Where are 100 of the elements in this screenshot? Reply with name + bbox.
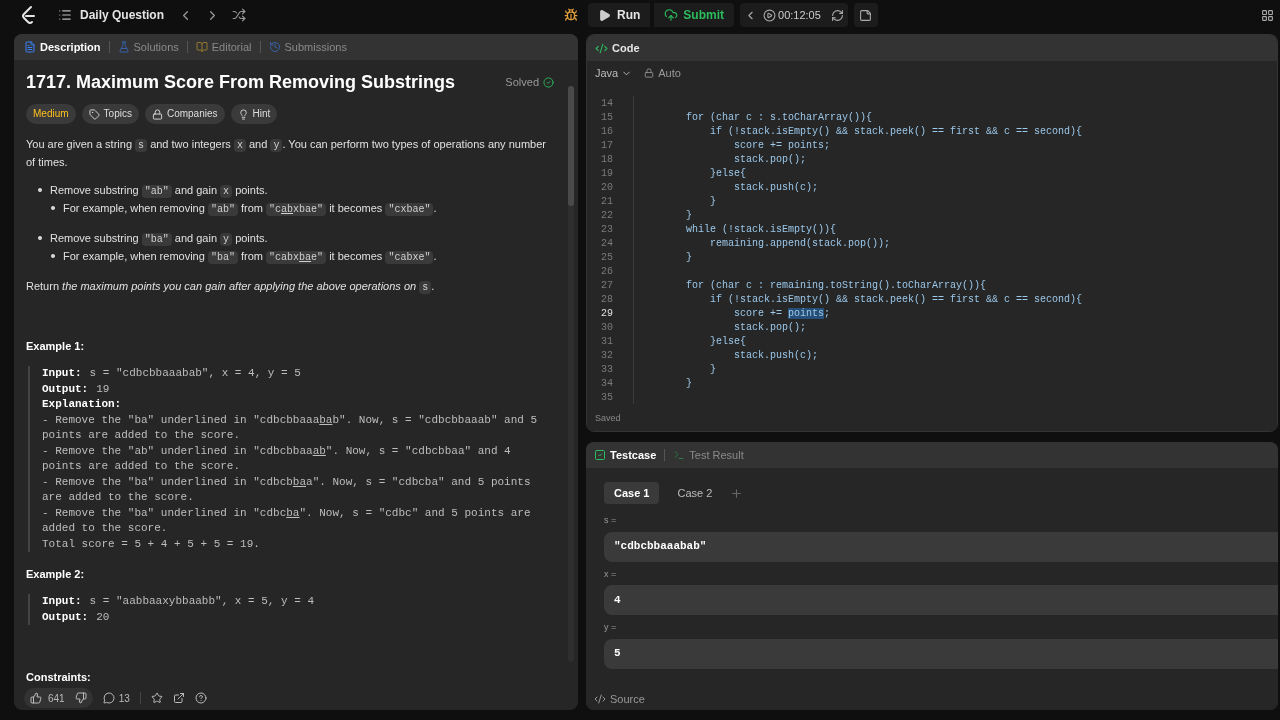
timer-text: 00:12:05 [778,7,821,23]
book-icon [195,41,208,53]
line-number: 29 [600,306,613,321]
logo-icon[interactable] [20,5,38,25]
line-number: 14 [600,96,613,111]
code-icon [595,41,608,55]
line-number: 22 [600,208,613,223]
example-label: Input: [42,594,82,609]
comment-count: 13 [118,691,130,706]
scrollbar[interactable] [568,86,574,662]
case-tab[interactable]: Case 2 [667,482,723,504]
code-line: if (!stack.isEmpty() && stack.peek() == first && c == second){ [709,126,1083,137]
document-icon [24,41,36,53]
example-title: Example 2: [26,567,86,582]
example-label: Input: [42,366,82,381]
line-number: 35 [600,390,613,405]
bullet-item: For example, when removing "ab" from "cabxbae" it becomes "cxbae" . [63,201,437,218]
reset-icon[interactable] [830,8,844,22]
case-tab[interactable]: Case 1 [604,482,660,504]
tag-button[interactable]: Hint [230,104,278,124]
cloud-upload-icon [664,8,679,22]
panel-tab[interactable]: Editorial [195,38,252,56]
line-number: 28 [600,292,613,307]
panel-title: Code [612,40,640,56]
solved-status: Solved [505,74,554,90]
example-value: 19 [96,381,110,397]
line-number: 16 [600,124,613,139]
input-field[interactable]: 4 [604,585,1278,615]
thumbs-down-icon[interactable] [74,692,87,704]
code-line: }else{ [709,168,747,179]
comment-icon[interactable] [102,692,115,704]
constraints-title: Constraints: [26,670,92,685]
code-line: score += points; [733,140,831,151]
panel-tab[interactable]: Test Result [673,446,744,464]
line-number: 17 [600,138,613,153]
code-line: for (char c : s.toCharArray()){ [685,112,873,123]
line-number: 20 [600,180,613,195]
add-icon[interactable] [730,486,744,500]
bullet-item: Remove substring "ab" and gain x points. [50,183,268,200]
code-line: for (char c : remaining.toString().toCharArray()){ [685,280,987,291]
code-line: } [685,210,692,221]
tag-button[interactable]: Companies [144,104,225,124]
input-label: x = [604,567,618,581]
share-icon[interactable] [172,692,185,704]
code-icon [594,693,606,705]
code-line: if (!stack.isEmpty() && stack.peek() == first && c == second){ [709,294,1083,305]
example-value: s = "cdbcbbaaabab", x = 4, y = 5 [89,366,301,381]
help-icon[interactable] [194,692,207,704]
like-count: 641 [48,691,65,706]
line-number: 15 [600,110,613,125]
check-circle-icon [543,76,554,88]
panel-tab[interactable]: Solutions [117,38,179,56]
checkbox-icon [594,449,606,461]
code-line: } [685,378,692,389]
history-icon [268,41,281,53]
list-icon[interactable] [58,8,72,22]
example-value: 20 [96,609,110,625]
bug-icon[interactable] [564,8,579,22]
line-number: 33 [600,362,613,377]
code-line: stack.push(c); [733,182,819,193]
panel-tab[interactable]: Description [24,38,101,56]
note-button[interactable] [853,3,878,27]
language-select[interactable]: Java [595,64,633,82]
tag-button[interactable]: Topics [81,104,139,124]
star-icon[interactable] [150,692,163,704]
line-number: 21 [600,194,613,209]
daily-question-title[interactable]: Daily Question [80,6,165,24]
thumbs-up-icon[interactable] [30,692,42,704]
line-number: 24 [600,236,613,251]
source-label[interactable]: Source [610,690,645,708]
flask-icon [117,41,130,53]
code-line: } [685,252,692,263]
line-number: 18 [600,152,613,167]
example-text: - Remove the "ab" underlined in "cdbcbbaaab". Now, s = "cdbcbbaa" and 4 points are added to the score. [42,443,512,474]
run-button[interactable]: Run [588,3,651,27]
submit-button[interactable]: Submit [654,3,735,27]
layout-icon[interactable] [1261,8,1274,22]
panel-tab[interactable]: Testcase [594,446,657,464]
auto-mode[interactable]: Auto [644,64,681,82]
example-label: Output: [42,609,89,625]
saved-status: Saved [595,412,621,426]
difficulty-badge[interactable]: Medium [26,104,76,124]
shuffle-icon[interactable] [232,8,247,22]
example-title: Example 1: [26,339,86,354]
code-line: } [709,364,716,375]
input-field[interactable]: "cdbcbbaaabab" [604,531,1278,562]
bullet-item: Remove substring "ba" and gain y points. [50,231,268,248]
example-text: - Remove the "ba" underlined in "cdbcbbaaabab". Now, s = "cdbcbbaaab" and 5 points are added to the score. [42,412,539,443]
description-paragraph: You are given a string s and two integers x and y . You can perform two types of operations any number of times. [26,137,547,170]
lock-icon [644,68,655,78]
play-icon[interactable] [763,8,777,22]
lock-icon [151,108,163,120]
input-field[interactable]: 5 [604,638,1278,669]
line-number: 31 [600,334,613,349]
code-line: remaining.append(stack.pop()); [709,238,891,249]
line-number: 26 [600,264,613,279]
note-icon [859,8,873,22]
bullet-item: For example, when removing "ba" from "cabxbae" it becomes "cabxe" . [63,249,437,266]
lightbulb-icon [237,108,249,120]
panel-tab[interactable]: Submissions [268,38,347,56]
